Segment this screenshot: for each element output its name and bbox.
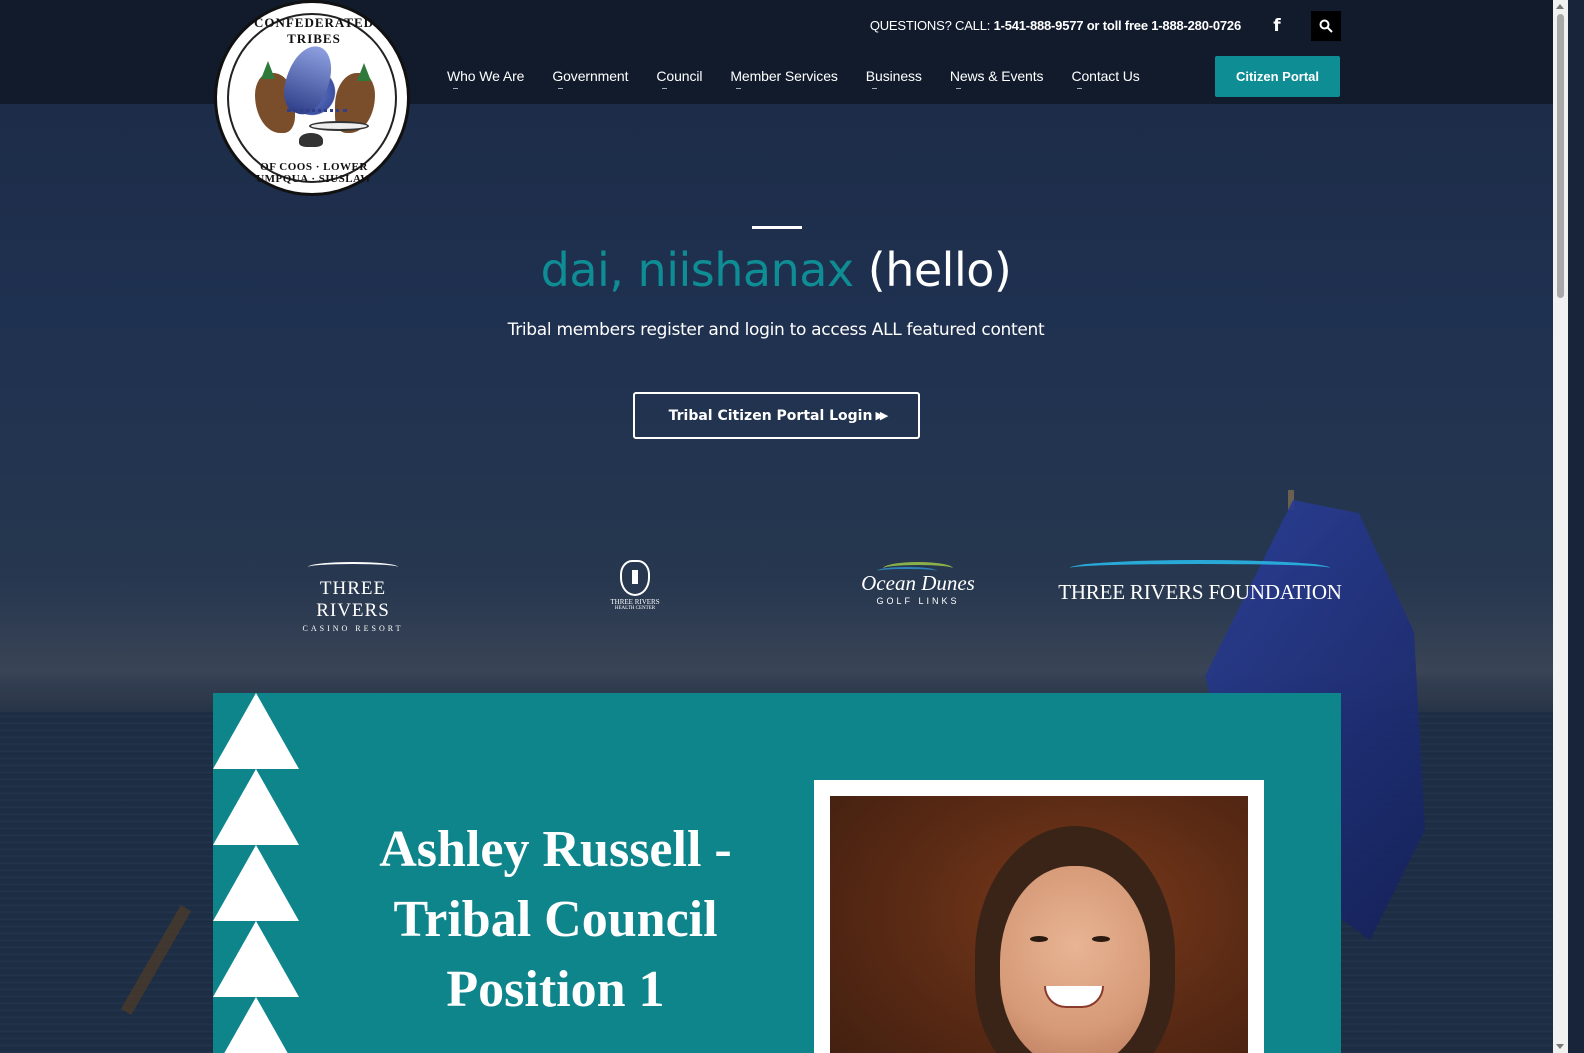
wave-icon (1070, 560, 1330, 576)
triangle-decoration (213, 693, 299, 769)
partner-sub: GOLF LINKS (876, 596, 960, 606)
portrait-frame (814, 780, 1264, 1053)
canoe-icon (309, 121, 369, 131)
seal-water (287, 109, 347, 116)
nav-news-events[interactable]: News & Events (950, 68, 1044, 89)
partner-sub: HEALTH CENTER (614, 606, 656, 611)
featured-card[interactable]: Ashley Russell - Tribal Council Position… (213, 693, 1341, 1053)
triangle-decoration (213, 769, 299, 845)
partner-three-rivers-casino[interactable]: THREE RIVERS CASINO RESORT (282, 562, 424, 633)
triangle-decoration (213, 921, 299, 997)
tree-icon (357, 63, 371, 81)
seal-text-bottom: OF COOS · LOWER UMPQUA · SIUSLAW (256, 161, 372, 185)
nav-council[interactable]: Council (656, 68, 702, 89)
nav-member-services[interactable]: Member Services (730, 68, 838, 89)
triangle-decoration (213, 997, 299, 1053)
scroll-up-icon[interactable] (1556, 4, 1564, 9)
contact-phone[interactable]: 1-541-888-9577 or toll free 1-888-280-07… (994, 18, 1242, 33)
contact-bar: QUESTIONS? CALL: 1-541-888-9577 or toll … (870, 18, 1241, 33)
portrait-photo (830, 796, 1248, 1053)
seal-text-top: CONFEDERATED TRIBES (253, 15, 375, 46)
nav-contact-us[interactable]: Contact Us (1071, 68, 1140, 89)
hero-title-translation: (hello) (853, 243, 1012, 297)
portrait-face (1000, 866, 1150, 1053)
contact-prefix: QUESTIONS? CALL: (869, 18, 994, 33)
tribal-seal-logo[interactable]: CONFEDERATED TRIBES OF COOS · LOWER UMPQ… (214, 0, 410, 196)
seal-animal-icon (299, 133, 323, 147)
partner-ocean-dunes[interactable]: Ocean Dunes GOLF LINKS (852, 562, 984, 606)
nav-business[interactable]: Business (866, 68, 922, 89)
health-emblem-icon (620, 560, 650, 596)
partner-sub: CASINO RESORT (302, 624, 404, 633)
main-navigation: Who We Are Government Council Member Ser… (447, 68, 1168, 89)
page-scrollbar[interactable] (1553, 0, 1568, 1053)
partner-three-rivers-foundation[interactable]: THREE RIVERS FOUNDATION (1057, 560, 1343, 605)
featured-title: Ashley Russell - Tribal Council Position… (379, 821, 732, 1018)
partner-name: THREE RIVERS (610, 598, 660, 606)
login-button-label: Tribal Citizen Portal Login (668, 407, 873, 424)
hero-subtitle: Tribal members register and login to acc… (507, 320, 1045, 340)
nav-who-we-are[interactable]: Who We Are (447, 68, 524, 89)
portrait-eye (1030, 936, 1048, 942)
citizen-portal-login-button[interactable]: Tribal Citizen Portal Login ▶▶ (633, 392, 920, 439)
triangle-decoration (213, 845, 299, 921)
scroll-thumb[interactable] (1557, 14, 1564, 298)
hero-title-native: dai, niishanax (540, 243, 855, 297)
tree-icon (261, 61, 275, 79)
partner-name: THREE RIVERS FOUNDATION (1058, 580, 1342, 604)
partner-three-rivers-health[interactable]: THREE RIVERS HEALTH CENTER (603, 560, 667, 611)
partner-name: THREE RIVERS (316, 578, 390, 621)
swoosh-icon (877, 562, 953, 575)
facebook-icon[interactable]: f (1264, 12, 1290, 40)
wave-icon (308, 562, 398, 572)
scroll-down-icon[interactable] (1556, 1044, 1564, 1049)
portrait-eye (1092, 936, 1110, 942)
hero-divider (752, 226, 802, 229)
search-icon (1319, 19, 1333, 33)
nav-government[interactable]: Government (552, 68, 628, 89)
hero-title: dai, niishanax (hello) (0, 240, 1552, 300)
citizen-portal-button[interactable]: Citizen Portal (1215, 56, 1340, 97)
double-arrow-icon: ▶▶ (875, 409, 888, 422)
search-button[interactable] (1311, 11, 1341, 41)
